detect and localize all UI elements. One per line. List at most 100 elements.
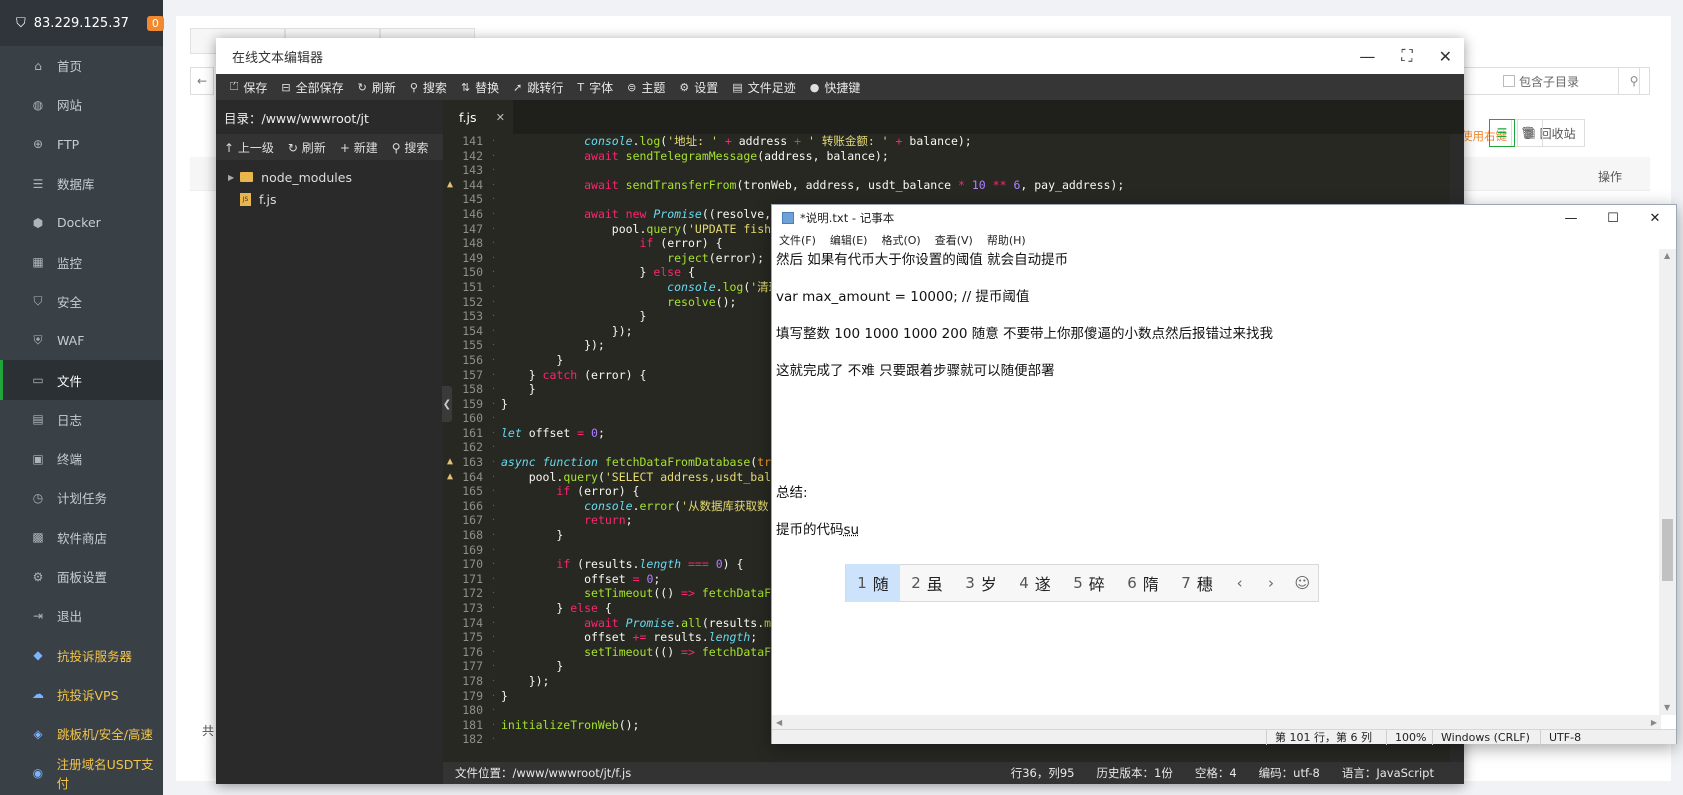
ime-candidate[interactable]: 7穗 xyxy=(1170,564,1224,602)
toolbar-button-10[interactable]: ● 快捷键 xyxy=(810,79,875,96)
sidebar-item-18[interactable]: ◉ 注册域名USDT支付 xyxy=(0,753,163,792)
window-controls: — ⛶ ✕ xyxy=(1359,38,1452,74)
scroll-thumb[interactable] xyxy=(1662,519,1673,581)
file-op-button-2[interactable]: + 新建 xyxy=(340,139,378,156)
indent-setting[interactable]: 空格：4 xyxy=(1195,765,1237,781)
sidebar-item-1[interactable]: ◍ 网站 xyxy=(0,85,163,124)
text-line: var max_amount = 10000; // 提币阈值 xyxy=(776,289,1030,305)
encoding[interactable]: 编码：utf-8 xyxy=(1259,765,1320,781)
sidebar-item-2[interactable]: ⊕ FTP xyxy=(0,125,163,164)
minimize-icon[interactable]: — xyxy=(1550,205,1592,231)
tree-item[interactable]: ▶ node_modules xyxy=(216,166,443,188)
home-icon: ⌂ xyxy=(34,58,42,73)
notepad-vertical-scrollbar[interactable]: ▲ ▼ xyxy=(1659,249,1676,715)
tree-item[interactable]: JS f.js xyxy=(216,188,443,210)
sidebar-item-9[interactable]: ▤ 日志 xyxy=(0,400,163,439)
ime-prev-page-icon[interactable]: ‹ xyxy=(1224,574,1255,592)
sidebar-item-0[interactable]: ⌂ 首页 xyxy=(0,46,163,85)
sidebar-item-5[interactable]: ▦ 监控 xyxy=(0,242,163,281)
sidebar-item-3[interactable]: ☰ 数据库 xyxy=(0,164,163,203)
fold-marker: · xyxy=(491,238,496,248)
ime-candidate[interactable]: 6隋 xyxy=(1116,564,1170,602)
file-location: 文件位置：/www/wwwroot/jt/f.js xyxy=(455,766,632,780)
notepad-statusbar: 第 101 行，第 6 列 100% Windows (CRLF) UTF-8 xyxy=(772,729,1676,745)
sidebar-item-label: 文件 xyxy=(57,373,83,389)
history-versions[interactable]: 历史版本：1份 xyxy=(1097,765,1173,781)
minimize-icon[interactable]: — xyxy=(1359,47,1375,66)
sidebar-item-label: 跳板机/安全/高速 xyxy=(57,727,153,743)
sidebar-item-16[interactable]: ☁ 抗投诉VPS xyxy=(0,675,163,714)
sidebar-item-4[interactable]: ⬢ Docker xyxy=(0,203,163,242)
grid-view-button[interactable]: ▦ xyxy=(1517,119,1543,147)
notification-badge[interactable]: 0 xyxy=(146,15,164,31)
tab-f-js[interactable]: f.js ✕ xyxy=(443,100,513,134)
close-icon[interactable]: ✕ xyxy=(1634,205,1676,231)
notepad-menu-item[interactable]: 格式(O) xyxy=(881,232,920,248)
toolbar-button-6[interactable]: T 字体 xyxy=(577,79,627,96)
file-op-label: 刷新 xyxy=(301,140,326,155)
scroll-down-icon[interactable]: ▼ xyxy=(1664,703,1670,712)
line-number: 174 xyxy=(462,615,483,630)
toolbar-button-9[interactable]: ▤ 文件足迹 xyxy=(732,79,809,96)
server-header[interactable]: ⛉ 83.229.125.37 0 xyxy=(0,0,164,46)
cursor-position[interactable]: 行36，列95 xyxy=(1011,765,1075,781)
sidebar-item-6[interactable]: ⛉ 安全 xyxy=(0,282,163,321)
toolbar-button-1[interactable]: ⊟ 全部保存 xyxy=(281,79,357,96)
sidebar-item-14[interactable]: ⇥ 退出 xyxy=(0,596,163,635)
scroll-right-icon[interactable]: ▶ xyxy=(1651,718,1657,727)
language-mode[interactable]: 语言：JavaScript xyxy=(1342,765,1434,781)
code-text: offset = 0; xyxy=(501,571,661,586)
list-view-button[interactable]: ☰ xyxy=(1489,119,1515,147)
sidebar-item-13[interactable]: ⚙ 面板设置 xyxy=(0,557,163,596)
notepad-menu-item[interactable]: 编辑(E) xyxy=(830,232,868,248)
fold-marker: · xyxy=(491,530,496,540)
maximize-icon[interactable]: ⛶ xyxy=(1401,46,1412,66)
file-search-input[interactable]: 录 包含子目录 xyxy=(1440,67,1640,95)
toolbar-button-7[interactable]: ⊜ 主题 xyxy=(627,79,679,96)
toolbar-button-8[interactable]: ⚙ 设置 xyxy=(679,79,732,96)
maximize-icon[interactable]: ☐ xyxy=(1592,205,1634,231)
notepad-text-area[interactable]: 然后 如果有代币大于你设置的阈值 就会自动提币 var max_amount =… xyxy=(772,249,1661,715)
toolbar-button-5[interactable]: ➚ 跳转行 xyxy=(513,79,577,96)
include-subdir-checkbox[interactable]: 包含子目录 xyxy=(1503,73,1579,90)
search-button[interactable]: ⚲ xyxy=(1618,67,1650,95)
file-op-button-0[interactable]: ↑ 上一级 xyxy=(224,139,274,156)
sidebar-item-label: Docker xyxy=(57,215,101,231)
scroll-up-icon[interactable]: ▲ xyxy=(1664,251,1670,260)
back-button[interactable]: ← xyxy=(190,67,214,95)
toolbar-button-0[interactable]: ⏍ 保存 xyxy=(230,79,281,96)
code-text: } xyxy=(501,382,536,397)
sidebar-item-7[interactable]: ⛨ WAF xyxy=(0,321,163,360)
fold-marker: · xyxy=(491,515,496,525)
toolbar-button-2[interactable]: ↻ 刷新 xyxy=(358,79,410,96)
sidebar-item-15[interactable]: ◆ 抗投诉服务器 xyxy=(0,635,163,674)
toolbar-button-3[interactable]: ⚲ 搜索 xyxy=(410,79,461,96)
ime-emoji-icon[interactable]: ☺ xyxy=(1287,574,1318,592)
ime-candidate[interactable]: 4遂 xyxy=(1008,564,1062,602)
ime-next-page-icon[interactable]: › xyxy=(1255,574,1286,592)
ime-candidate[interactable]: 3岁 xyxy=(954,564,1008,602)
scroll-left-icon[interactable]: ◀ xyxy=(776,718,782,727)
sidebar-item-10[interactable]: ▣ 终端 xyxy=(0,439,163,478)
sidebar-item-11[interactable]: ◷ 计划任务 xyxy=(0,478,163,517)
line-number: 181 xyxy=(462,717,483,732)
notepad-menu-item[interactable]: 帮助(H) xyxy=(987,232,1026,248)
sidebar-item-12[interactable]: ▩ 软件商店 xyxy=(0,518,163,557)
tab-close-icon[interactable]: ✕ xyxy=(496,111,505,124)
notepad-menu-item[interactable]: 文件(F) xyxy=(779,232,816,248)
file-tree-panel: 目录：/www/wwwroot/jt ↑ 上一级 ↻ 刷新 + 新建 ⚲ 搜索 ▶ no… xyxy=(216,100,443,784)
file-op-button-3[interactable]: ⚲ 搜索 xyxy=(392,139,429,156)
grid-icon: ▦ xyxy=(1524,126,1536,140)
notepad-menu-item[interactable]: 查看(V) xyxy=(935,232,973,248)
sidebar-item-8[interactable]: ▭ 文件 xyxy=(0,360,163,400)
sidebar-item-17[interactable]: ◈ 跳板机/安全/高速 xyxy=(0,714,163,753)
ime-candidate[interactable]: 1随 xyxy=(846,564,900,602)
fold-marker: · xyxy=(491,471,496,481)
ime-candidate[interactable]: 2虽 xyxy=(900,564,954,602)
ime-candidate[interactable]: 5碎 xyxy=(1062,564,1116,602)
line-number: 178 xyxy=(462,673,483,688)
close-icon[interactable]: ✕ xyxy=(1439,47,1452,66)
file-op-button-1[interactable]: ↻ 刷新 xyxy=(288,139,326,156)
plus-icon: + xyxy=(339,140,350,155)
toolbar-button-4[interactable]: ⇅ 替换 xyxy=(461,79,513,96)
